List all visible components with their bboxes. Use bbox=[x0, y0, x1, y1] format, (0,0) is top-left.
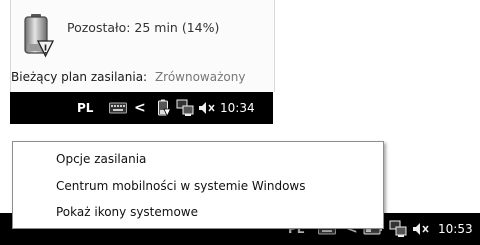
battery-large-icon bbox=[24, 14, 55, 58]
menu-item-show-system-icons[interactable]: Pokaż ikony systemowe bbox=[56, 205, 198, 219]
menu-item-power-options[interactable]: Opcje zasilania bbox=[56, 152, 146, 166]
taskbar-top: PL < 10:34 bbox=[10, 92, 273, 124]
volume-muted-icon[interactable] bbox=[412, 213, 430, 245]
battery-icon[interactable] bbox=[157, 92, 171, 124]
context-menu: Opcje zasilania Centrum mobilności w sys… bbox=[12, 141, 384, 229]
network-icon[interactable] bbox=[176, 92, 194, 124]
power-plan-label: Bieżący plan zasilania: bbox=[11, 70, 148, 84]
power-plan-row: Bieżący plan zasilania: Zrównoważony bbox=[11, 70, 245, 84]
keyboard-icon[interactable] bbox=[109, 92, 127, 124]
volume-muted-icon[interactable] bbox=[198, 92, 216, 124]
remaining-time-text: Pozostało: 25 min (14%) bbox=[67, 20, 220, 35]
clock[interactable]: 10:34 bbox=[220, 92, 255, 124]
network-icon[interactable] bbox=[389, 213, 407, 245]
language-indicator[interactable]: PL bbox=[77, 92, 93, 124]
clock[interactable]: 10:53 bbox=[438, 213, 473, 245]
chevron-left-icon[interactable]: < bbox=[134, 92, 146, 124]
battery-status-popup: Pozostało: 25 min (14%) Bieżący plan zas… bbox=[10, 0, 275, 92]
power-plan-link[interactable]: Zrównoważony bbox=[155, 70, 246, 84]
menu-item-mobility-center[interactable]: Centrum mobilności w systemie Windows bbox=[56, 179, 306, 193]
